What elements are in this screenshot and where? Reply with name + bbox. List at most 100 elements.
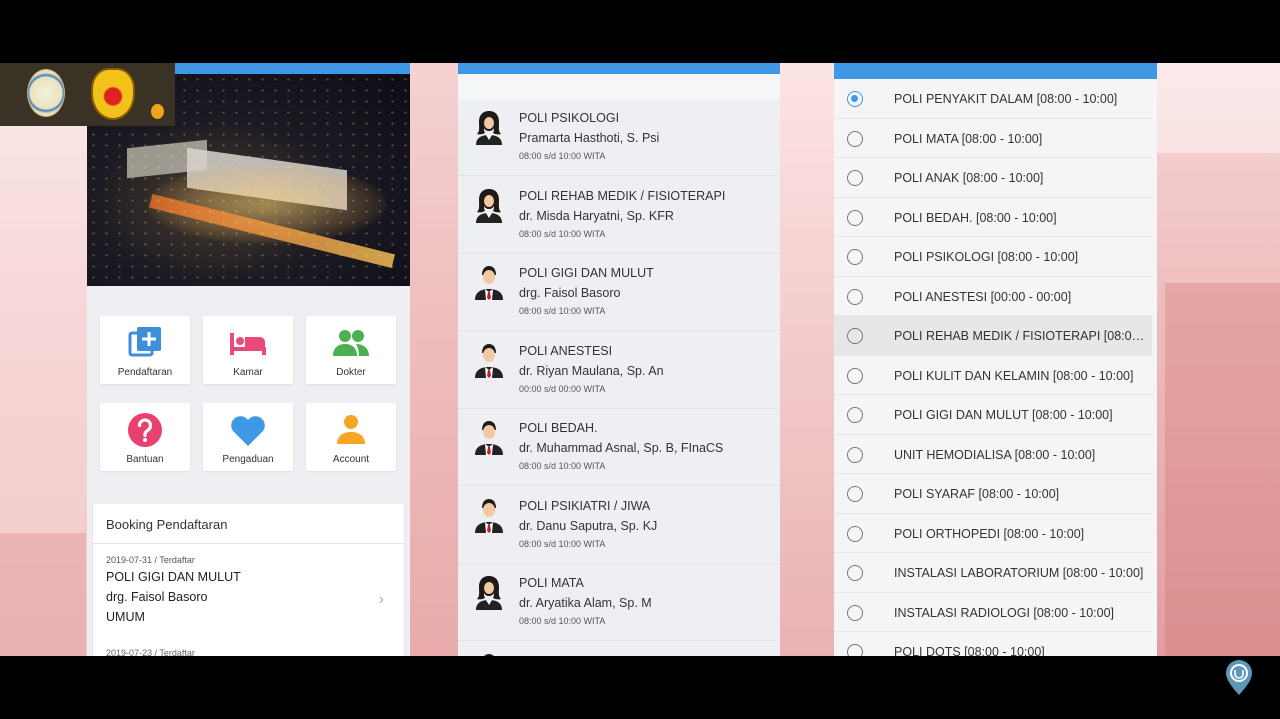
menu-label: Pengaduan bbox=[222, 454, 274, 465]
radio-button[interactable] bbox=[847, 525, 863, 542]
doctor-name: dr. Muhammad Asnal, Sp. B, FInaCS bbox=[519, 441, 724, 455]
poli-radio-option[interactable]: POLI GIGI DAN MULUT [08:00 - 10:00] bbox=[834, 395, 1152, 435]
menu-label: Dokter bbox=[336, 367, 366, 378]
doctor-name: drg. Faisol Basoro bbox=[519, 286, 621, 300]
poli-radio-option[interactable]: POLI KULIT DAN KELAMIN [08:00 - 10:00] bbox=[834, 356, 1152, 395]
menu-tile-bantuan[interactable]: Bantuan bbox=[100, 403, 190, 471]
male-doctor-avatar bbox=[474, 342, 504, 378]
doctor-poli: POLI REHAB MEDIK / FISIOTERAPI bbox=[519, 188, 726, 203]
poli-radio-option[interactable]: POLI DOTS [08:00 - 10:00] bbox=[834, 632, 1152, 656]
stethoscope-watermark-icon bbox=[1226, 660, 1252, 695]
doctor-list-item[interactable]: POLI GIGI DAN MULUT drg. Faisol Basoro 08:… bbox=[458, 254, 780, 331]
doctor-name: dr. Aryatika Alam, Sp. M bbox=[519, 596, 652, 610]
radio-button[interactable] bbox=[847, 604, 863, 621]
poli-radio-option[interactable]: POLI MATA [08:00 - 10:00] bbox=[834, 119, 1152, 158]
radio-button[interactable] bbox=[847, 446, 863, 463]
doctor-poli: POLI GIGI DAN MULUT bbox=[519, 266, 654, 280]
doctor-list-item[interactable]: POLI MATA dr. Aryatika Alam, Sp. M 08:00 s… bbox=[458, 564, 780, 641]
radio-button[interactable] bbox=[847, 288, 863, 305]
doctor-schedule: 08:00 s/d 10:00 WITA bbox=[519, 461, 606, 471]
radio-button[interactable] bbox=[847, 130, 863, 147]
radio-button[interactable] bbox=[847, 644, 863, 656]
menu-label: Pendaftaran bbox=[117, 367, 173, 378]
radio-button[interactable] bbox=[847, 170, 863, 186]
menu-tile-dokter[interactable]: Dokter bbox=[306, 316, 396, 384]
logo-bar bbox=[0, 63, 175, 126]
location-pin-icon bbox=[151, 104, 164, 119]
home-screen: Pendaftaran Kamar Dokter Bantuan Pengadu… bbox=[87, 63, 410, 656]
poli-radio-option[interactable]: POLI ANESTESI [00:00 - 00:00] bbox=[834, 277, 1152, 316]
poli-radio-option[interactable]: POLI REHAB MEDIK / FISIOTERAPI [08:00 - … bbox=[834, 316, 1152, 356]
female-doctor-avatar bbox=[474, 187, 504, 223]
doctor-list-screen: POLI PSIKOLOGI Pramarta Hasthoti, S. Psi 0… bbox=[458, 63, 780, 656]
poli-option-label: POLI PENYAKIT DALAM [08:00 - 10:00] bbox=[894, 92, 1118, 106]
backdrop-block bbox=[780, 63, 834, 656]
poli-option-label: POLI GIGI DAN MULUT [08:00 - 10:00] bbox=[894, 408, 1113, 422]
doctor-list-item[interactable] bbox=[458, 642, 780, 656]
radio-button[interactable] bbox=[847, 486, 863, 502]
poli-radio-option[interactable]: POLI ANAK [08:00 - 10:00] bbox=[834, 158, 1152, 198]
menu-tile-kamar[interactable]: Kamar bbox=[203, 316, 293, 384]
person-icon bbox=[337, 415, 365, 444]
doctor-list-item[interactable]: POLI PSIKIATRI / JIWA dr. Danu Saputra, S… bbox=[458, 487, 780, 564]
booking-date: 2019-07-23 / Terdaftar bbox=[106, 648, 195, 656]
doctor-list-item[interactable]: POLI REHAB MEDIK / FISIOTERAPI dr. Misda … bbox=[458, 177, 780, 254]
doctor-list-item[interactable]: POLI BEDAH. dr. Muhammad Asnal, Sp. B, FI… bbox=[458, 409, 780, 486]
add-box-icon bbox=[128, 327, 161, 357]
doctor-list-item[interactable]: POLI ANESTESI dr. Riyan Maulana, Sp. An 00… bbox=[458, 332, 780, 409]
radio-button[interactable] bbox=[847, 209, 863, 226]
poli-option-label: INSTALASI LABORATORIUM [08:00 - 10:00] bbox=[894, 566, 1144, 580]
poli-radio-option[interactable]: POLI SYARAF [08:00 - 10:00] bbox=[834, 474, 1152, 514]
letterbox-bottom bbox=[0, 656, 1280, 719]
menu-label: Bantuan bbox=[126, 454, 164, 465]
doctor-name: Pramarta Hasthoti, S. Psi bbox=[519, 131, 660, 145]
poli-select-screen: POLI PENYAKIT DALAM [08:00 - 10:00] POLI … bbox=[834, 63, 1157, 656]
app-status-bar bbox=[458, 63, 780, 74]
menu-tile-pengaduan[interactable]: Pengaduan bbox=[203, 403, 293, 471]
booking-card: Booking Pendaftaran 2019-07-31 / Terdaft… bbox=[93, 504, 404, 656]
female-doctor-avatar bbox=[474, 574, 504, 610]
doctor-name: dr. Riyan Maulana, Sp. An bbox=[519, 363, 664, 378]
poli-radio-option[interactable]: UNIT HEMODIALISA [08:00 - 10:00] bbox=[834, 435, 1152, 474]
poli-radio-option[interactable]: INSTALASI LABORATORIUM [08:00 - 10:00] bbox=[834, 553, 1152, 593]
radio-button[interactable] bbox=[847, 565, 863, 581]
poli-option-label: POLI KULIT DAN KELAMIN [08:00 - 10:00] bbox=[894, 368, 1134, 383]
poli-option-label: POLI REHAB MEDIK / FISIOTERAPI [08:00 - … bbox=[894, 329, 1146, 343]
poli-option-label: POLI PSIKOLOGI [08:00 - 10:00] bbox=[894, 250, 1079, 264]
doctor-poli: POLI MATA bbox=[519, 576, 584, 590]
doctor-schedule: 08:00 s/d 10:00 WITA bbox=[519, 538, 606, 549]
poli-option-label: INSTALASI RADIOLOGI [08:00 - 10:00] bbox=[894, 605, 1115, 620]
poli-option-label: UNIT HEMODIALISA [08:00 - 10:00] bbox=[894, 447, 1096, 462]
doctor-list-item[interactable]: POLI PSIKOLOGI Pramarta Hasthoti, S. Psi 0… bbox=[458, 99, 780, 176]
letterbox-top bbox=[0, 0, 1280, 63]
poli-radio-option[interactable]: POLI ORTHOPEDI [08:00 - 10:00] bbox=[834, 514, 1152, 553]
radio-button[interactable] bbox=[847, 328, 863, 344]
poli-radio-option[interactable]: POLI PSIKOLOGI [08:00 - 10:00] bbox=[834, 237, 1152, 277]
app-status-bar bbox=[834, 63, 1157, 79]
menu-tile-account[interactable]: Account bbox=[306, 403, 396, 471]
booking-type: UMUM bbox=[106, 610, 145, 624]
male-doctor-avatar bbox=[474, 419, 504, 455]
doctor-schedule: 08:00 s/d 10:00 WITA bbox=[519, 616, 606, 626]
divider bbox=[93, 543, 404, 544]
menu-tile-pendaftaran[interactable]: Pendaftaran bbox=[100, 316, 190, 384]
doctor-schedule: 08:00 s/d 10:00 WITA bbox=[519, 306, 606, 316]
hospital-shield-logo bbox=[91, 68, 135, 120]
doctor-schedule: 08:00 s/d 10:00 WITA bbox=[519, 228, 606, 239]
poli-radio-option[interactable]: POLI PENYAKIT DALAM [08:00 - 10:00] bbox=[834, 79, 1152, 119]
booking-poli: POLI GIGI DAN MULUT bbox=[106, 570, 241, 584]
radio-button[interactable] bbox=[847, 249, 863, 265]
people-icon bbox=[333, 330, 369, 356]
doctor-schedule: 08:00 s/d 10:00 WITA bbox=[519, 151, 606, 161]
radio-button[interactable] bbox=[847, 407, 863, 423]
poli-radio-option[interactable]: INSTALASI RADIOLOGI [08:00 - 10:00] bbox=[834, 593, 1152, 632]
menu-label: Account bbox=[332, 454, 370, 465]
poli-radio-option[interactable]: POLI BEDAH. [08:00 - 10:00] bbox=[834, 198, 1152, 237]
backdrop-block bbox=[1165, 283, 1280, 656]
booking-item[interactable]: 2019-07-31 / Terdaftar POLI GIGI DAN MUL… bbox=[106, 555, 396, 625]
radio-button[interactable] bbox=[847, 367, 863, 384]
doctor-poli: POLI PSIKIATRI / JIWA bbox=[519, 498, 651, 513]
doctor-name: dr. Danu Saputra, Sp. KJ bbox=[519, 518, 658, 533]
poli-option-label: POLI ORTHOPEDI [08:00 - 10:00] bbox=[894, 526, 1085, 541]
radio-button[interactable] bbox=[847, 91, 863, 107]
